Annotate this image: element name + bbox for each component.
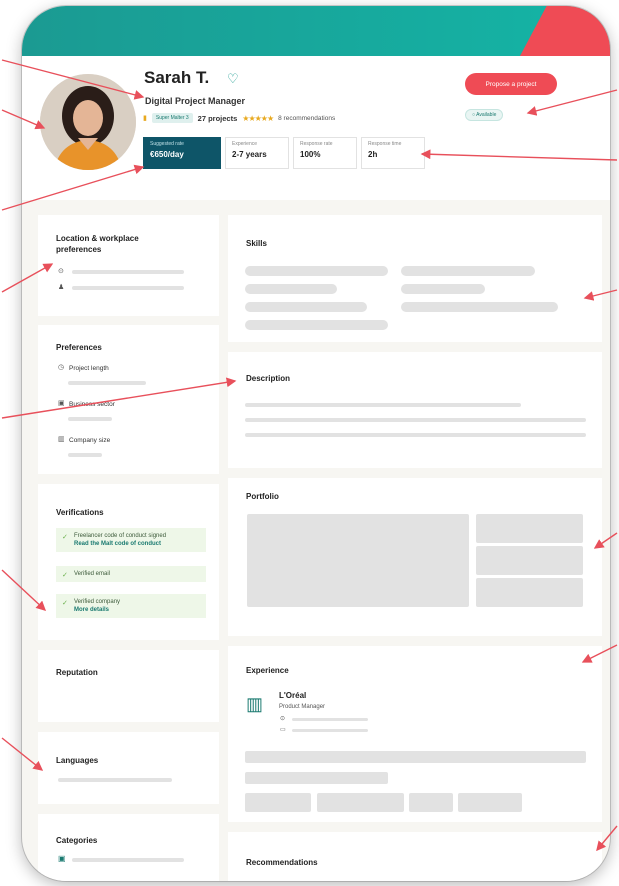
arrow bbox=[1, 737, 44, 771]
arrow bbox=[420, 149, 618, 161]
annotation-arrows bbox=[1, 59, 618, 852]
arrow bbox=[596, 825, 618, 852]
arrow bbox=[1, 377, 237, 419]
arrow bbox=[1, 59, 145, 100]
arrow bbox=[1, 109, 46, 130]
arrow bbox=[581, 644, 618, 663]
arrow bbox=[583, 289, 618, 301]
arrow bbox=[1, 164, 145, 211]
arrow bbox=[1, 263, 54, 293]
arrow bbox=[593, 532, 618, 549]
arrow bbox=[526, 89, 618, 116]
arrow bbox=[1, 569, 47, 611]
